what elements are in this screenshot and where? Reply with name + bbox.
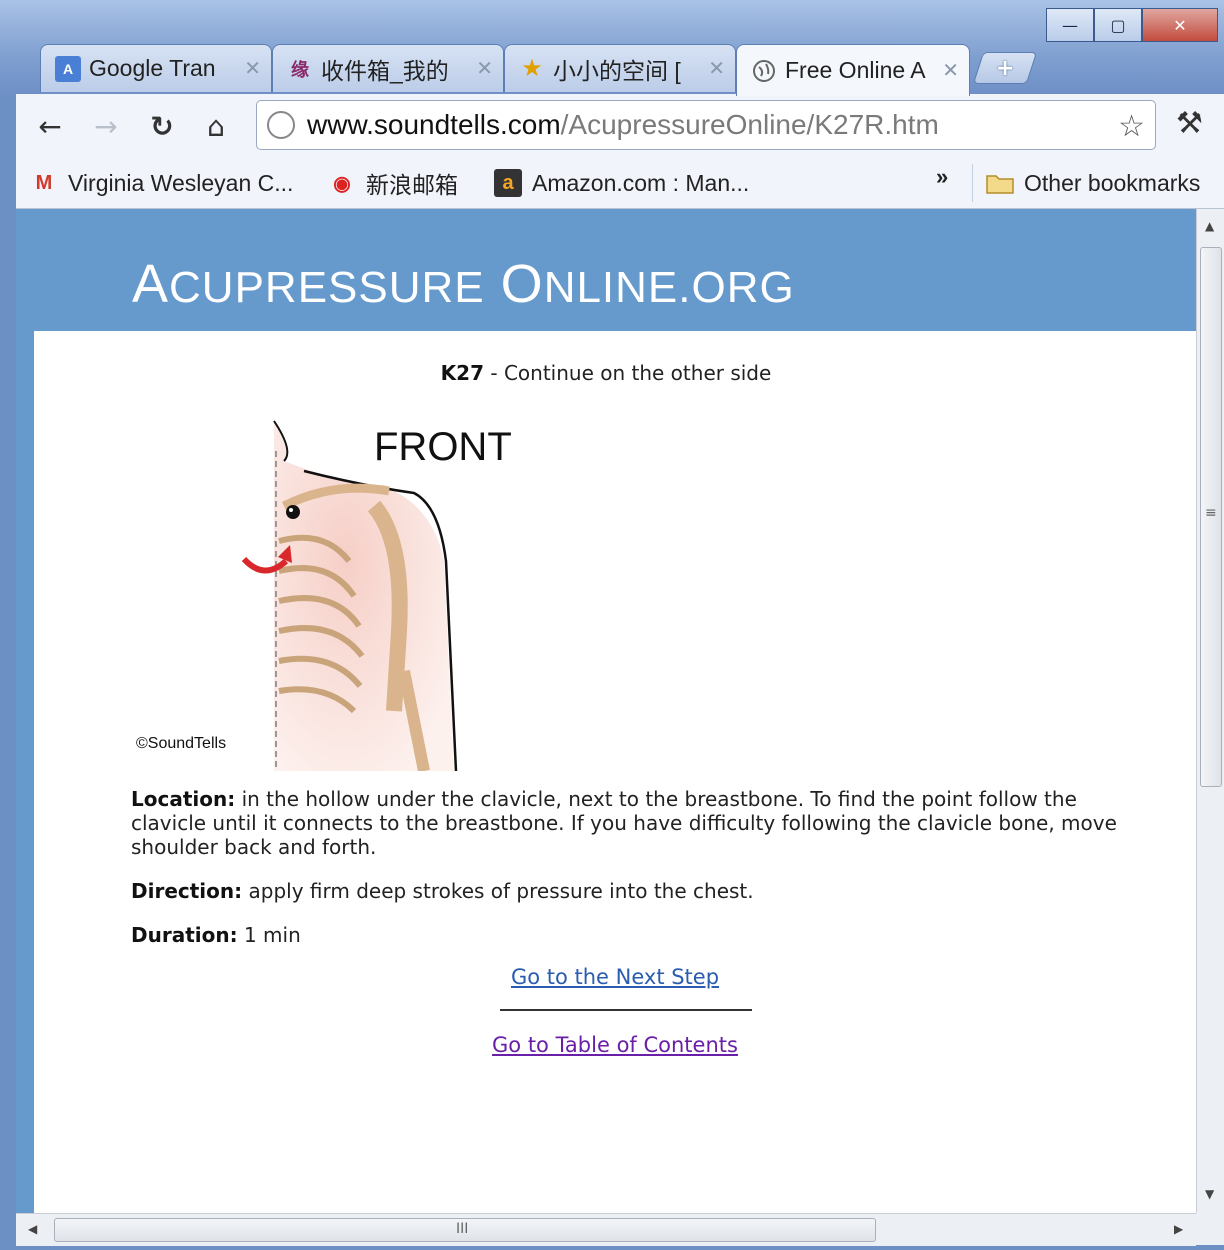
bookmarks-overflow-chevron[interactable]: » [936, 164, 948, 190]
site-logo[interactable]: ACUPRESSURE ONLINE.ORG [132, 253, 795, 315]
bookmark-amazon[interactable]: a Amazon.com : Man... [494, 166, 749, 200]
back-icon[interactable]: ← [30, 106, 70, 146]
next-step-link[interactable]: Go to the Next Step [34, 965, 1196, 989]
minimize-button[interactable]: — [1046, 8, 1094, 42]
address-bar[interactable]: www.soundtells.com/AcupressureOnline/K27… [256, 100, 1156, 150]
amazon-icon: a [494, 169, 522, 197]
tab-title: 收件箱_我的 [321, 57, 449, 84]
reload-icon[interactable]: ↻ [142, 106, 182, 146]
globe-icon [751, 58, 777, 84]
tab-personal-space[interactable]: ★ 小小的空间 [ ✕ [504, 44, 736, 92]
scroll-down-arrow-icon[interactable]: ▼ [1205, 1187, 1214, 1201]
step-title: K27 - Continue on the other side [440, 361, 772, 385]
duration-text: Duration: 1 min [131, 923, 301, 947]
location-text: Location: in the hollow under the clavic… [131, 787, 1117, 859]
page-content: K27 - Continue on the other side FRONT ©… [34, 331, 1196, 1213]
scroll-right-arrow-icon[interactable]: ▶ [1174, 1222, 1183, 1236]
mail-icon: 缘 [291, 59, 309, 80]
tab-close-icon[interactable]: ✕ [942, 58, 959, 83]
tab-close-icon[interactable]: ✕ [476, 56, 493, 81]
home-icon[interactable]: ⌂ [196, 106, 236, 146]
table-of-contents-link[interactable]: Go to Table of Contents [34, 1033, 1196, 1057]
front-label: FRONT [374, 425, 512, 469]
tab-title: Free Online A [785, 57, 926, 83]
navigation-toolbar: ← → ↻ ⌂ www.soundtells.com/AcupressureOn… [16, 94, 1224, 158]
tab-free-online[interactable]: Free Online A ✕ [736, 44, 970, 96]
maximize-button[interactable]: ▢ [1094, 8, 1142, 42]
translate-icon: A [55, 55, 81, 82]
bookmarks-separator [972, 164, 973, 202]
vertical-scrollbar[interactable]: ▲ ≡ ▼ [1196, 209, 1224, 1213]
link-divider [500, 1009, 752, 1011]
direction-text: Direction: apply firm deep strokes of pr… [131, 879, 754, 903]
new-tab-button[interactable]: + [972, 52, 1038, 84]
site-header: ACUPRESSURE ONLINE.ORG [16, 209, 1196, 331]
copyright-text: ©SoundTells [136, 735, 227, 752]
close-window-button[interactable]: ✕ [1142, 8, 1218, 42]
weibo-icon: ◉ [333, 172, 351, 195]
wrench-menu-icon[interactable]: ⚒ [1176, 106, 1203, 141]
scroll-up-arrow-icon[interactable]: ▲ [1205, 219, 1214, 233]
forward-icon[interactable]: → [86, 106, 126, 146]
other-bookmarks[interactable]: Other bookmarks [986, 166, 1200, 200]
page-viewport: ACUPRESSURE ONLINE.ORG K27 - Continue on… [16, 209, 1196, 1213]
scroll-grip-icon: III [456, 1221, 469, 1237]
bookmark-sina-mail[interactable]: ◉ 新浪邮箱 [328, 166, 458, 200]
bookmarks-bar: M Virginia Wesleyan C... ◉ 新浪邮箱 a Amazon… [16, 158, 1224, 209]
bookmark-star-icon[interactable]: ☆ [1118, 109, 1145, 144]
scrollbar-corner [1196, 1213, 1224, 1245]
folder-icon [986, 169, 1014, 197]
tab-close-icon[interactable]: ✕ [244, 56, 261, 81]
gmail-icon: M [35, 171, 53, 194]
scroll-grip-icon: ≡ [1205, 505, 1217, 521]
tab-google-translate[interactable]: A Google Tran ✕ [40, 44, 272, 92]
horizontal-scrollbar[interactable]: ◀ III ▶ [16, 1213, 1196, 1246]
page-globe-icon [267, 111, 295, 139]
bookmark-virginia-wesleyan[interactable]: M Virginia Wesleyan C... [30, 166, 294, 200]
tab-inbox[interactable]: 缘 收件箱_我的 ✕ [272, 44, 504, 92]
tab-title: 小小的空间 [ [553, 57, 681, 84]
url-text[interactable]: www.soundtells.com/AcupressureOnline/K27… [307, 109, 939, 141]
scroll-left-arrow-icon[interactable]: ◀ [28, 1222, 37, 1236]
tab-close-icon[interactable]: ✕ [708, 56, 725, 81]
tab-title: Google Tran [89, 55, 216, 81]
star-icon: ★ [521, 55, 543, 82]
